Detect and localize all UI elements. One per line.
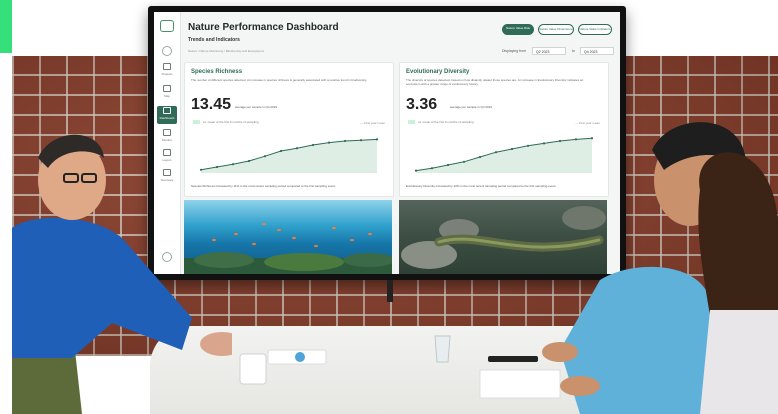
trend-point — [263, 155, 267, 158]
card-value: 13.45 — [191, 96, 232, 113]
pill-value-risk[interactable]: Nature Value Risk — [502, 24, 534, 35]
period-from-select[interactable]: Q2 2023 — [532, 47, 566, 55]
meeting-room-photo: Projects Map Dashboard Monitor Layers Su… — [0, 0, 778, 414]
dashboard-icon — [163, 107, 171, 114]
card-average-label: average per sample in Q4 2023 — [235, 105, 278, 109]
breadcrumb: Nature / Nature Monitoring / Biodiversit… — [188, 49, 265, 53]
period-to-word: to — [572, 49, 575, 53]
trend-point — [375, 138, 379, 141]
chart-legend: — First year mean — [360, 121, 385, 125]
trend-point — [446, 163, 450, 167]
trend-point — [510, 147, 514, 151]
trend-point — [327, 141, 331, 144]
trend-point — [295, 147, 299, 150]
dashboard-title: Nature Performance Dashboard — [188, 22, 339, 33]
trend-point — [231, 163, 235, 166]
green-accent-bar — [0, 0, 12, 53]
pill-value-dimensions[interactable]: Nature Value Dimensions — [538, 24, 574, 35]
period-label: Displaying from — [502, 49, 527, 53]
badge-text: vs. mean of the first 6 months of sampli… — [418, 120, 474, 124]
trend-point — [478, 155, 482, 159]
sidebar-item-map[interactable]: Map — [157, 84, 177, 102]
card-title: Evolutionary Diversity — [406, 69, 470, 75]
pill-value-indicators[interactable]: Nature Value Indicators — [578, 24, 612, 35]
sidebar-item-projects[interactable]: Projects — [157, 62, 177, 80]
tv-mount — [387, 280, 393, 302]
period-to-select[interactable]: Q4 2023 — [580, 47, 614, 55]
card-value: 3.36 — [406, 96, 438, 113]
trend-point — [343, 139, 347, 143]
map-icon — [163, 85, 171, 92]
trend-point — [247, 159, 251, 163]
change-badge — [408, 120, 415, 124]
trend-point — [462, 160, 466, 163]
two-colleagues — [540, 110, 778, 414]
trend-point — [494, 151, 498, 154]
trend-point — [430, 167, 434, 170]
trend-point — [526, 144, 530, 147]
card-title: Species Richness — [191, 69, 243, 75]
trend-point — [414, 169, 418, 172]
trend-point — [279, 149, 283, 153]
collapse-icon[interactable] — [162, 46, 172, 56]
card-average-label: average per sample in Q4 2023 — [450, 105, 493, 109]
card-description: The number of different species detected… — [191, 78, 368, 82]
trend-point — [311, 143, 315, 147]
app-logo-icon — [160, 20, 174, 32]
dashboard-subtitle: Trends and Indicators — [188, 37, 240, 43]
card-description: The diversity of species detected, based… — [406, 78, 584, 86]
man-with-glasses — [12, 118, 244, 414]
folder-icon — [163, 63, 171, 70]
trend-point — [359, 139, 363, 142]
